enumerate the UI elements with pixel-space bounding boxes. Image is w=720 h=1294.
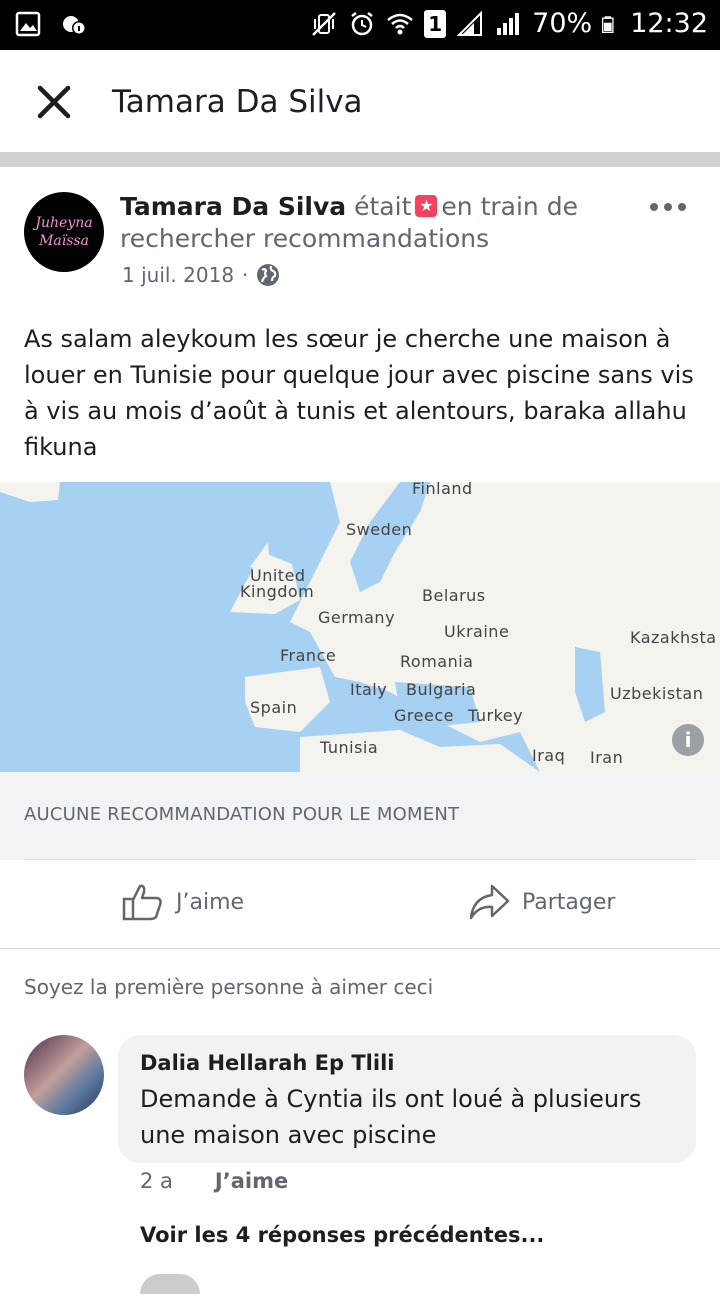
- map-label-kazakhstan: Kazakhsta: [630, 628, 717, 647]
- map-label-finland: Finland: [412, 482, 473, 498]
- recommendation-star-icon: ★: [415, 195, 438, 217]
- share-button[interactable]: Partager: [468, 882, 615, 922]
- map-label-italy: Italy: [350, 680, 388, 699]
- map-label-france: France: [280, 646, 337, 665]
- avatar-text-line-1: Juheyna: [35, 215, 93, 231]
- map-label-germany: Germany: [318, 608, 396, 627]
- post-meta: 1 juil. 2018 ·: [122, 263, 280, 287]
- divider: [0, 152, 720, 167]
- top-bar: Tamara Da Silva: [0, 50, 720, 152]
- author-name[interactable]: Tamara Da Silva: [120, 192, 346, 221]
- gallery-notification-icon: [15, 11, 41, 37]
- vibrate-mute-icon: [312, 11, 337, 36]
- thumbs-up-icon: [122, 884, 162, 921]
- map-label-greece: Greece: [394, 706, 454, 725]
- close-icon[interactable]: [34, 82, 74, 122]
- battery-percentage: 70%: [532, 8, 593, 39]
- signal-icon-2: [497, 12, 520, 35]
- commenter-name[interactable]: Dalia Hellarah Ep Tlili: [140, 1051, 394, 1075]
- post-header-text: Tamara Da Silva était ★ en train de recher…: [120, 191, 640, 255]
- like-button[interactable]: J’aime: [122, 882, 244, 922]
- share-label: Partager: [522, 889, 616, 915]
- map-label-iraq: Iraq: [532, 746, 566, 765]
- map-label-sweden: Sweden: [346, 520, 413, 539]
- page-title: Tamara Da Silva: [112, 84, 363, 120]
- globe-icon: [257, 264, 280, 286]
- comment-bubble[interactable]: Dalia Hellarah Ep Tlili Demande à Cyntia…: [118, 1035, 696, 1163]
- battery-icon: [602, 15, 614, 33]
- like-label: J’aime: [176, 889, 245, 915]
- no-recommendations-text: AUCUNE RECOMMANDATION POUR LE MOMENT: [24, 804, 460, 825]
- map-label-belarus: Belarus: [422, 586, 486, 605]
- map[interactable]: Finland Sweden United Kingdom Belarus Ge…: [0, 482, 720, 772]
- signal-icon: [456, 10, 483, 36]
- map-label-romania: Romania: [400, 652, 474, 671]
- cloud-info-icon: [63, 16, 86, 35]
- comment-text: Demande à Cyntia ils ont loué à plusieur…: [140, 1085, 642, 1149]
- map-label-uk-2: Kingdom: [240, 582, 315, 601]
- map-label-bulgaria: Bulgaria: [406, 680, 477, 699]
- view-replies-link[interactable]: Voir les 4 réponses précédentes...: [140, 1223, 544, 1247]
- recommendations-panel: AUCUNE RECOMMANDATION POUR LE MOMENT: [0, 772, 720, 860]
- avatar-text-line-2: Maïssa: [39, 233, 89, 249]
- reply-avatar[interactable]: [140, 1274, 200, 1294]
- map-label-turkey: Turkey: [468, 706, 524, 725]
- post-actions: J’aime Partager: [0, 860, 720, 949]
- author-avatar[interactable]: Juheyna Maïssa: [24, 192, 104, 272]
- meta-dot: ·: [242, 263, 249, 287]
- clock: 12:32: [630, 8, 708, 39]
- map-label-iran: Iran: [590, 748, 624, 767]
- more-options-icon[interactable]: [648, 197, 688, 217]
- status-bar: 1 70% 12:32: [0, 0, 720, 50]
- sim-slot-indicator: 1: [424, 9, 447, 38]
- map-label-uzbekistan: Uzbekistan: [610, 684, 704, 703]
- wifi-icon: [387, 13, 414, 34]
- comment-age: 2 a: [140, 1169, 173, 1193]
- status-prefix: était: [354, 192, 412, 221]
- map-label-spain: Spain: [250, 698, 298, 717]
- map-label-ukraine: Ukraine: [444, 622, 510, 641]
- post-body: As salam aleykoum les sœur je cherche un…: [24, 325, 694, 461]
- map-label-tunisia: Tunisia: [320, 738, 379, 757]
- share-arrow-icon: [469, 884, 510, 920]
- comment-meta: 2 a J’aime: [140, 1169, 288, 1193]
- comment-like-button[interactable]: J’aime: [215, 1169, 288, 1193]
- first-like-text: Soyez la première personne à aimer ceci: [24, 975, 434, 999]
- commenter-avatar[interactable]: [24, 1035, 104, 1115]
- alarm-icon: [351, 11, 373, 35]
- post-date[interactable]: 1 juil. 2018: [122, 263, 234, 287]
- map-info-icon[interactable]: i: [672, 724, 704, 756]
